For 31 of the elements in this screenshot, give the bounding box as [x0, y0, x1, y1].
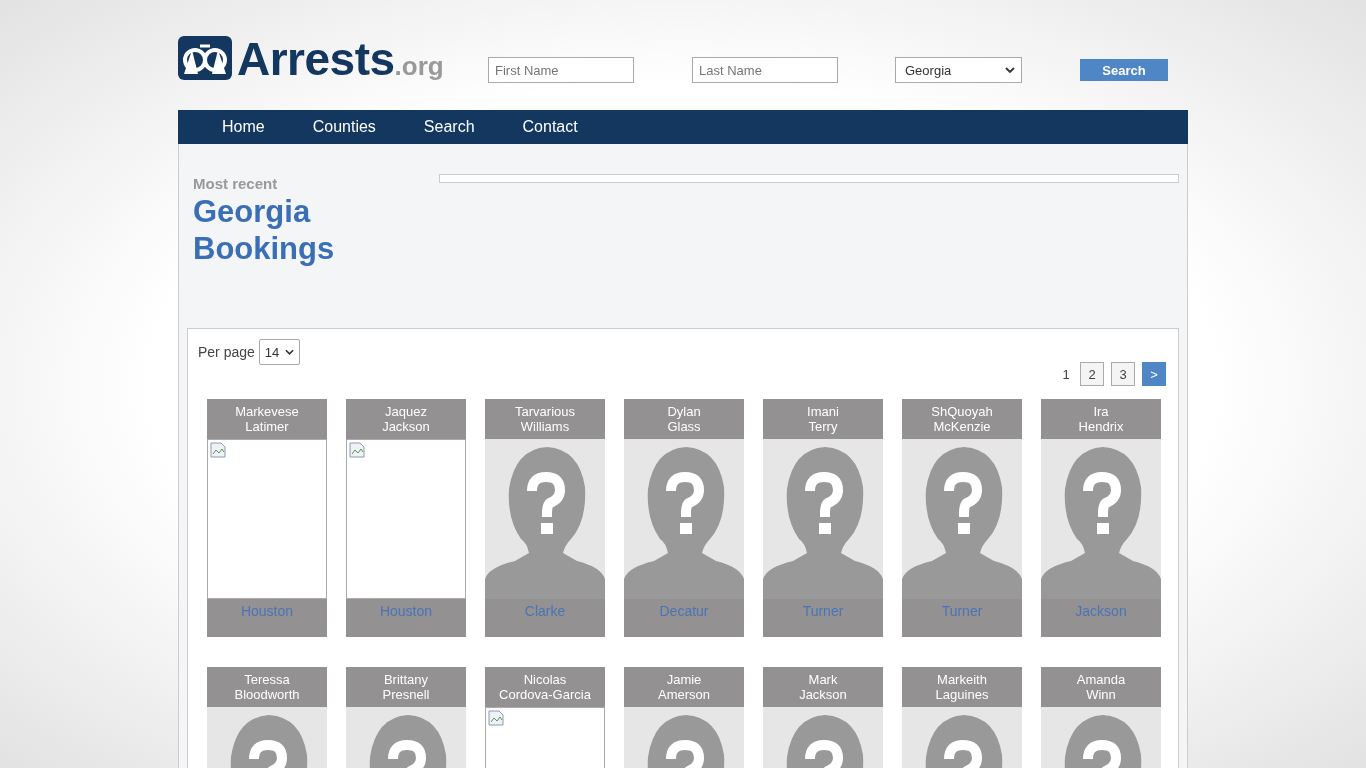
page-button[interactable]: 2 [1080, 362, 1104, 386]
per-page-dropdown[interactable]: 14 [258, 339, 301, 365]
inmate-name[interactable]: Jaquez Jackson [346, 399, 466, 439]
inmate-name[interactable]: Ira Hendrix [1041, 399, 1161, 439]
page-button[interactable]: 1 [1059, 362, 1073, 386]
inmate-name[interactable]: Dylan Glass [624, 399, 744, 439]
last-name-field[interactable]: Last Name [692, 57, 838, 83]
inmate-name[interactable]: Imani Terry [763, 399, 883, 439]
search-button[interactable]: Search [1080, 59, 1168, 81]
logo-suffix: .org [394, 53, 444, 79]
handcuffs-logo-icon [178, 36, 232, 80]
section-kicker: Most recent [193, 175, 279, 192]
inmate-name[interactable]: ShQuoyah McKenzie [902, 399, 1022, 439]
chevron-down-icon [1005, 67, 1015, 73]
state-dropdown[interactable]: Georgia [895, 57, 1022, 83]
nav-link[interactable]: Counties [312, 118, 376, 136]
page-title: Georgia Bookings [193, 193, 336, 267]
inmate-name[interactable]: Tarvarious Williams [485, 399, 605, 439]
nav-link[interactable]: Home [222, 118, 265, 136]
broken-image-icon [210, 442, 226, 458]
per-page-label: Per page [198, 344, 255, 360]
next-page-button[interactable]: > [1142, 362, 1166, 386]
page-button[interactable]: 3 [1111, 362, 1135, 386]
chevron-down-icon [285, 349, 295, 355]
first-name-field[interactable]: First Name [488, 57, 634, 83]
broken-image-icon [488, 710, 504, 726]
broken-image-icon [349, 442, 365, 458]
nav-link[interactable]: Search [423, 118, 475, 136]
inmate-name[interactable]: Markevese Latimer [207, 399, 327, 439]
logo-wordmark: Arrests [237, 38, 395, 80]
nav-link[interactable]: Contact [522, 118, 578, 136]
